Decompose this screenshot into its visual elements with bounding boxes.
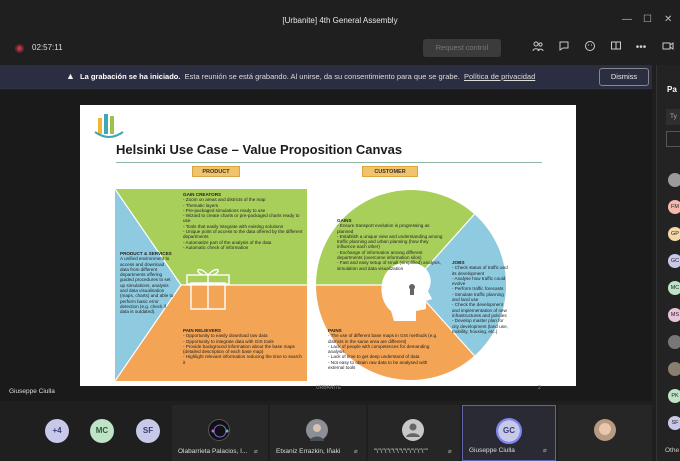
camera-icon[interactable] (659, 40, 677, 56)
job-item: - Simulate traffic planning and land use (452, 291, 504, 303)
window-title: [Urbanite] 4th General Assembly (282, 16, 398, 25)
gain-item: - Ensure transport evolution is progress… (337, 223, 430, 234)
recording-banner: ▲ La grabación se ha iniciado. Esta reun… (0, 65, 652, 89)
slide-page-number: 2 (538, 385, 541, 391)
participant-pill[interactable]: MC (90, 419, 114, 443)
pain-reliever-item: - Highlight relevant information reducin… (183, 354, 302, 365)
job-item: - Develop master plan for city developme… (452, 318, 508, 334)
teams-meeting-window: [Urbanite] 4th General Assembly — ☐ ✕ 02… (0, 0, 680, 461)
meeting-toolbar: 02:57:11 Request control ••• (0, 36, 680, 62)
participant-tile-active[interactable]: GC Giuseppe Ciulla ⌀ (462, 405, 556, 461)
gain-creator-item: - Automatic check of information (183, 244, 249, 250)
maximize-icon[interactable]: ☐ (643, 14, 652, 25)
privacy-link[interactable]: Política de privacidad (464, 72, 535, 81)
close-icon[interactable]: ✕ (664, 14, 672, 25)
mic-muted-icon: ⌀ (448, 449, 452, 455)
participant-avatar[interactable]: SF (668, 416, 680, 430)
gains-block: GAINS - Ensure transport evolution is pr… (337, 218, 447, 271)
warning-icon: ▲ (66, 71, 75, 81)
participant-name: Etxaniz Errazkin, Iñaki (276, 448, 341, 455)
gain-item: - Establish a unique view and understand… (337, 233, 443, 250)
presenter-name: Giuseppe Ciulla (9, 388, 55, 395)
banner-text: La grabación se ha iniciado. Esta reunió… (80, 72, 535, 81)
slide-title: Helsinki Use Case – Value Proposition Ca… (116, 142, 403, 157)
participant-tile[interactable]: Etxaniz Errazkin, Iñaki ⌀ (270, 405, 366, 461)
participant-tile[interactable]: "\"\"\"\"\"\"\"\"\"\"\"\"" ⌀ (368, 405, 460, 461)
participant-avatar[interactable]: MC (668, 281, 680, 295)
customer-tag: CUSTOMER (362, 166, 418, 177)
mic-muted-icon: ⌀ (543, 448, 547, 454)
banner-headline: La grabación se ha iniciado. (80, 72, 181, 81)
participant-avatar[interactable]: GP (668, 227, 680, 241)
participant-name: Giuseppe Ciulla (469, 447, 515, 454)
participant-avatar: GC (496, 418, 522, 444)
panel-action-button[interactable] (666, 131, 680, 147)
slide-footer: URBANITE (316, 385, 342, 391)
jobs-block: JOBS - Check status of traffic and its d… (452, 260, 510, 334)
meeting-timer: 02:57:11 (32, 43, 63, 52)
pain-reliever-item: - Provide background information about t… (183, 343, 295, 355)
banner-message: Esta reunión se está grabando. Al unirse… (184, 72, 460, 81)
others-section-label[interactable]: Othe (665, 447, 679, 454)
participant-avatar[interactable]: MS (668, 308, 680, 322)
pain-relievers-block: PAIN RELIEVERS - Opportunity to easily d… (183, 328, 305, 365)
people-icon[interactable] (529, 40, 547, 56)
participant-avatar (208, 419, 230, 441)
panel-title: Pa (667, 85, 677, 94)
participant-avatar (402, 419, 424, 441)
mic-muted-icon: ⌀ (254, 449, 258, 455)
gain-item: - Fast and easy setup of small (simplifi… (337, 260, 441, 271)
participant-avatar[interactable]: FM (668, 200, 680, 214)
gain-creator-item: - Unique point of access to the data off… (183, 229, 303, 240)
participant-tile[interactable] (558, 405, 652, 461)
overflow-participants-button[interactable]: +4 (45, 419, 69, 443)
gain-creator-item: - Wizard to create charts or pre-package… (183, 213, 300, 224)
mic-muted-icon: ⌀ (354, 449, 358, 455)
reactions-icon[interactable] (581, 40, 599, 56)
pain-item: - Lack of people with competences for de… (328, 343, 430, 355)
request-control-button[interactable]: Request control (423, 39, 501, 57)
pain-item: - Not easy to obtain raw data to be anal… (328, 359, 428, 371)
gain-creators-block: GAIN CREATORS - Zoom on areas and distri… (183, 192, 305, 250)
job-item: - Analyse how traffic could evolve (452, 275, 506, 287)
participant-name: Olabarrieta Palacios, I... (178, 448, 248, 455)
job-item: - Check status of traffic and its develo… (452, 265, 508, 276)
job-item: - Perform traffic forecasts (452, 286, 504, 292)
product-tag: PRODUCT (192, 166, 240, 177)
recording-icon (15, 44, 24, 53)
participants-panel: Pa Ty FM GP GC MC MS PK SF Othe (656, 65, 680, 461)
presentation-slide: Helsinki Use Case – Value Proposition Ca… (80, 105, 576, 391)
participant-avatar[interactable] (668, 362, 680, 376)
participant-avatar[interactable] (668, 173, 680, 187)
dismiss-button[interactable]: Dismiss (599, 68, 649, 86)
gain-item: - Exchange of information among differen… (337, 249, 423, 261)
urbanite-logo (94, 114, 124, 138)
participant-avatar[interactable]: PK (668, 389, 680, 403)
participant-pill[interactable]: SF (136, 419, 160, 443)
more-options-icon[interactable]: ••• (632, 40, 650, 56)
participant-tile[interactable]: Olabarrieta Palacios, I... ⌀ (172, 405, 268, 461)
participant-avatar (306, 419, 328, 441)
rooms-icon[interactable] (607, 40, 625, 56)
participant-avatar[interactable] (668, 335, 680, 349)
participant-avatar (594, 419, 616, 441)
shared-screen-stage: Helsinki Use Case – Value Proposition Ca… (0, 90, 652, 401)
products-services-block: PRODUCT & SERVICES A unified environment… (120, 251, 174, 315)
pains-block: PAINS - The use of different base maps i… (328, 328, 440, 370)
participant-name: "\"\"\"\"\"\"\"\"\"\"\"\"" (374, 448, 428, 455)
chat-icon[interactable] (555, 40, 573, 56)
participant-search-input[interactable]: Ty (666, 109, 680, 125)
pain-item: - The use of different base maps in GIS … (328, 333, 438, 344)
title-underline (116, 162, 542, 163)
participant-avatar[interactable]: GC (668, 254, 680, 268)
job-item: - Check the development and implementati… (452, 302, 507, 318)
minimize-icon[interactable]: — (622, 14, 632, 25)
products-services-body: A unified environment to access and down… (120, 256, 174, 315)
